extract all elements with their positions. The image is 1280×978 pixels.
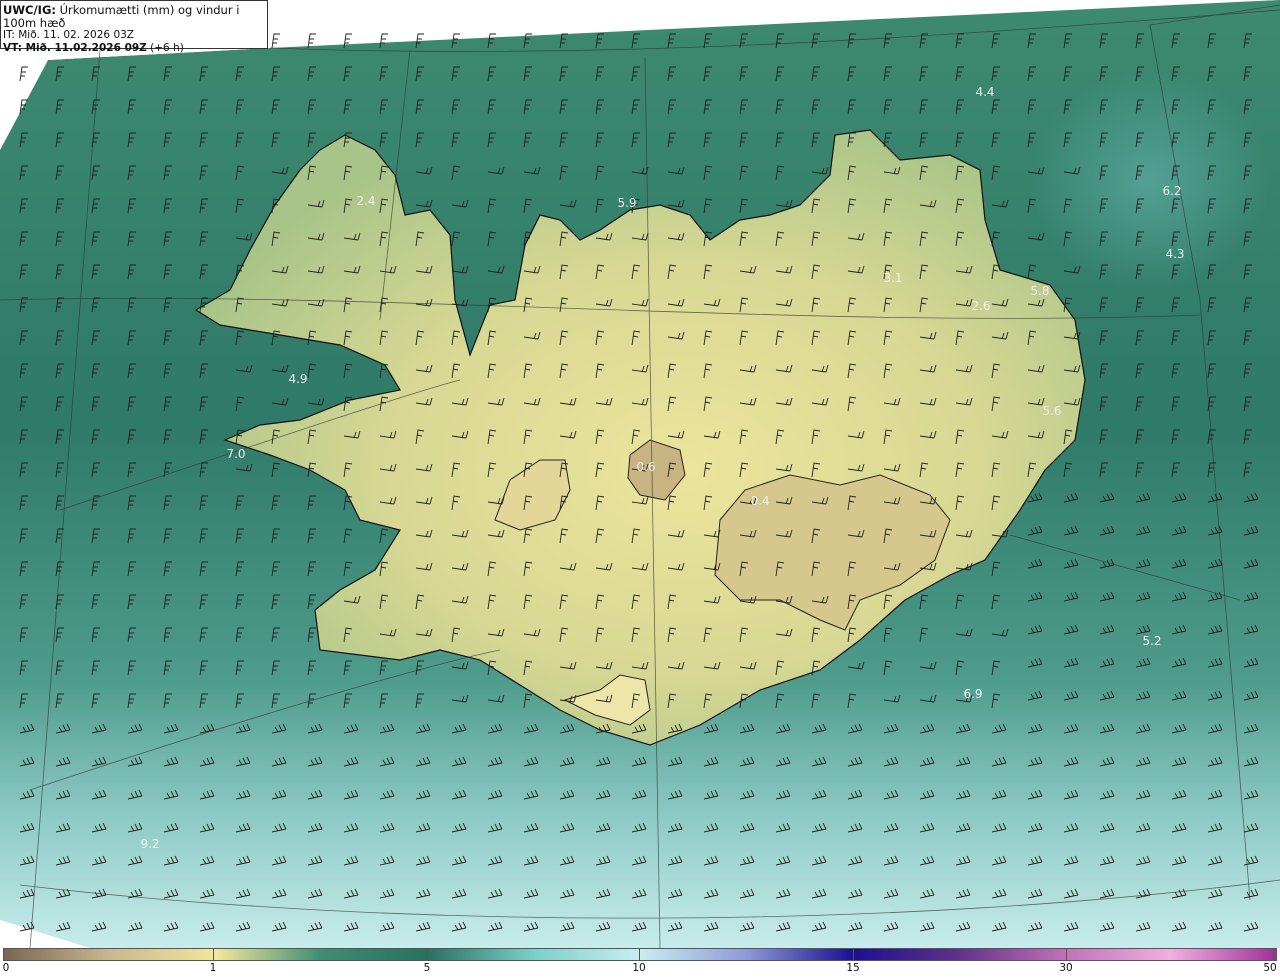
colorbar-tick-label: 30 <box>1059 962 1073 974</box>
precipitation-map[interactable]: 4.4 6.2 4.3 2.4 5.9 3.1 2.6 5.8 4.9 5.6 7.0 0.6 0.4 5… <box>0 0 1280 948</box>
map-info-box: UWC/IG: Úrkomumætti (mm) og vindur i 100… <box>0 0 268 54</box>
precip-value-label: 0.6 <box>636 460 655 474</box>
colorbar-tick-mark <box>427 948 428 961</box>
colorbar-tick-mark <box>853 948 854 961</box>
precip-value-label: 7.0 <box>226 447 245 461</box>
precip-value-label: 5.8 <box>1030 284 1049 298</box>
colorbar-tick-label: 0 <box>2 962 10 974</box>
precip-value-label: 5.9 <box>617 196 636 210</box>
colorbar-tick-label: 10 <box>632 962 646 974</box>
colorbar-tick-mark <box>213 948 214 961</box>
issue-time: IT: Mið. 11. 02. 2026 03Z <box>3 29 134 42</box>
forecast-step: (+6 h) <box>146 41 184 54</box>
colorbar-tick-label: 15 <box>846 962 860 974</box>
colorbar: 0 1 5 10 15 30 50 <box>0 948 1280 978</box>
valid-time-prefix: VT: <box>3 41 26 54</box>
precip-value-label: 4.4 <box>975 85 994 99</box>
colorbar-tick-mark <box>1066 948 1067 961</box>
precip-value-label: 9.2 <box>140 837 159 851</box>
precip-value-label: 2.4 <box>356 194 375 208</box>
precip-value-label: 3.1 <box>883 271 902 285</box>
precip-value-label: 6.9 <box>963 687 982 701</box>
map-viewer: 4.4 6.2 4.3 2.4 5.9 3.1 2.6 5.8 4.9 5.6 7.0 0.6 0.4 5… <box>0 0 1280 978</box>
wind-barb <box>271 33 280 49</box>
colorbar-tick-mark <box>3 948 4 961</box>
precip-value-label: 2.6 <box>971 299 990 313</box>
valid-time: Mið. 11.02.2026 09Z <box>25 41 147 54</box>
colorbar-strip <box>3 948 1277 961</box>
precip-value-label: 0.4 <box>750 494 769 508</box>
colorbar-tick-label: 5 <box>423 962 431 974</box>
colorbar-tick-mark <box>1273 948 1274 961</box>
colorbar-tick-mark <box>639 948 640 961</box>
precip-value-label: 4.9 <box>288 372 307 386</box>
colorbar-tick-label: 1 <box>209 962 217 974</box>
precip-value-label: 6.2 <box>1162 184 1181 198</box>
precip-value-label: 4.3 <box>1165 247 1184 261</box>
precip-value-label: 5.6 <box>1042 404 1061 418</box>
precip-value-label: 5.2 <box>1142 634 1161 648</box>
colorbar-tick-label: 50 <box>1263 962 1277 974</box>
